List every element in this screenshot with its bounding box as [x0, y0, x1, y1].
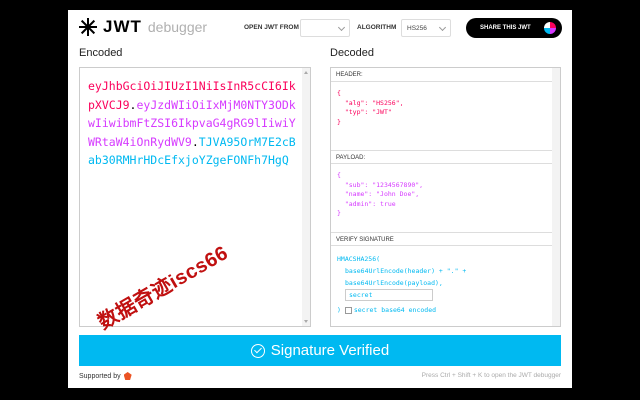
encoded-scrollbar[interactable]: [302, 68, 310, 326]
decoded-title: Decoded: [330, 47, 375, 59]
verify-signature-label: VERIFY SIGNATURE: [331, 232, 560, 246]
json-line: }: [337, 117, 341, 126]
decoded-scrollbar[interactable]: [552, 68, 560, 326]
header-section-label: HEADER:: [331, 68, 560, 82]
decoded-panel: HEADER: { "alg": "HS256", "typ": "JWT" }…: [330, 67, 561, 327]
jwt-share-icon: [544, 22, 556, 34]
secret-input[interactable]: secret: [345, 289, 433, 301]
open-jwt-from-select[interactable]: [300, 19, 350, 37]
json-line: "name": "John Doe",: [337, 190, 420, 198]
verify-signature-body: HMACSHA256( base64UrlEncode(header) + ".…: [337, 253, 466, 316]
algorithm-select[interactable]: HS256: [401, 19, 451, 37]
json-line: "typ": "JWT": [337, 108, 392, 116]
json-line: "sub": "1234567890",: [337, 180, 424, 189]
sig-func-line: HMACSHA256(: [337, 255, 381, 263]
supported-by[interactable]: Supported by: [79, 372, 132, 380]
scroll-down-icon[interactable]: [304, 320, 308, 323]
secret-base64-checkbox[interactable]: [344, 306, 352, 314]
json-line: {: [337, 171, 341, 179]
shortcut-hint: Press Ctrl + Shift + K to open the JWT d…: [421, 372, 561, 379]
open-jwt-from-label: OPEN JWT FROM: [244, 24, 299, 31]
json-line: "admin": true: [337, 199, 396, 208]
encoded-title: Encoded: [79, 47, 123, 59]
share-jwt-label: SHARE THIS JWT: [480, 25, 531, 31]
logo-debugger-text: debugger: [147, 19, 208, 35]
json-line: }: [337, 209, 341, 217]
sig-payload-line: base64UrlEncode(payload),: [345, 279, 443, 287]
algorithm-value: HS256: [407, 25, 427, 32]
encoded-token-editor[interactable]: eyJhbGciOiJIUzI1NiIsInR5cCI6IkpXVCJ9.eyJ…: [79, 67, 311, 327]
decoded-header-json[interactable]: { "alg": "HS256", "typ": "JWT" }: [337, 89, 404, 127]
scroll-up-icon[interactable]: [304, 71, 308, 74]
jwt-debugger-page: JWT debugger OPEN JWT FROM ALGORITHM HS2…: [68, 10, 572, 388]
decoded-payload-json[interactable]: { "sub": "1234567890", "name": "John Doe…: [337, 171, 423, 219]
top-bar: JWT debugger OPEN JWT FROM ALGORITHM HS2…: [68, 10, 572, 44]
secret-base64-label: secret base64 encoded: [353, 306, 437, 314]
encoded-token-text[interactable]: eyJhbGciOiJIUzI1NiIsInR5cCI6IkpXVCJ9.eyJ…: [88, 77, 302, 170]
chevron-down-icon: [438, 23, 447, 32]
json-line: "alg": "HS256",: [337, 98, 404, 107]
sig-close-paren: ): [337, 306, 341, 314]
chevron-down-icon: [337, 23, 346, 32]
signature-verified-label: Signature Verified: [270, 342, 390, 359]
payload-section-label: PAYLOAD:: [331, 150, 560, 164]
algorithm-label: ALGORITHM: [357, 24, 397, 31]
supported-by-label: Supported by: [79, 372, 121, 380]
sig-header-line: base64UrlEncode(header) + "." +: [345, 267, 467, 275]
auth0-logo-icon: [123, 372, 132, 380]
signature-verified-bar: Signature Verified: [79, 335, 561, 366]
share-jwt-button[interactable]: SHARE THIS JWT: [466, 18, 562, 38]
logo-jwt-text: JWT: [103, 17, 142, 36]
json-line: {: [337, 89, 341, 97]
jwt-logo-icon: [79, 18, 97, 36]
jwt-logo[interactable]: JWT debugger: [79, 17, 207, 37]
check-circle-icon: [250, 343, 265, 358]
